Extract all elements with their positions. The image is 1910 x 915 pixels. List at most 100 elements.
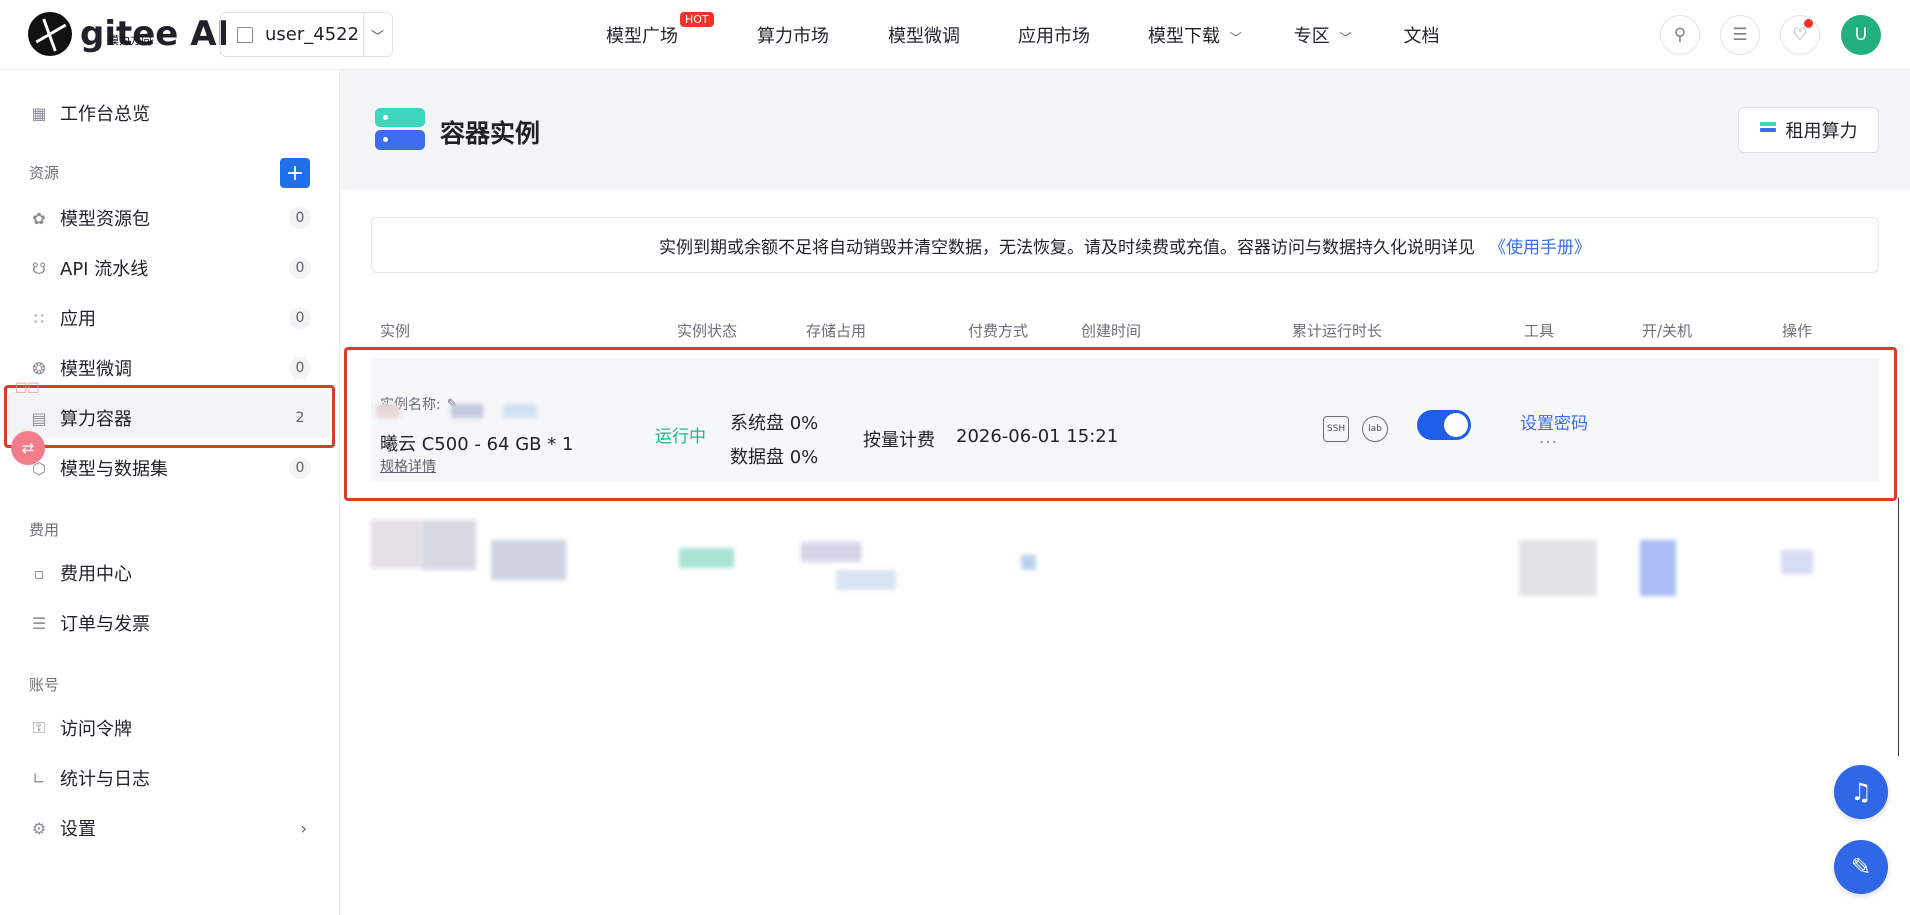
sidebar-item-label: 应用	[60, 309, 96, 330]
sidebar-item-label: 访问令牌	[60, 719, 132, 740]
redacted-name	[503, 404, 537, 418]
sidebar-item-compute-container[interactable]: ▤ 算力容器 2	[29, 398, 311, 438]
power-toggle[interactable]	[1417, 410, 1471, 440]
nav-app-market[interactable]: 应用市场	[1018, 22, 1090, 48]
bell-icon[interactable]: ♡	[1780, 15, 1820, 55]
section-title-billing: 费用	[29, 521, 60, 539]
manual-link[interactable]: 《使用手册》	[1489, 233, 1591, 258]
redacted-name	[451, 404, 483, 418]
sidebar-item-settings[interactable]: ⚙ 设置 ›	[29, 808, 311, 848]
main-nav: 模型广场 HOT 算力市场 模型微调 应用市场 模型下载 ﹀ 专区 ﹀ 文档	[606, 12, 1440, 48]
sidebar-item-billing-center[interactable]: ▫ 费用中心	[29, 553, 311, 593]
search-icon[interactable]: ⚲	[1660, 15, 1700, 55]
redacted-row-block	[421, 520, 476, 570]
nav-model-plaza[interactable]: 模型广场 HOT	[606, 12, 714, 48]
fingerprint-icon: ❂	[32, 358, 46, 378]
gear-icon: ⚙	[31, 818, 47, 838]
key-icon: ⚿	[32, 718, 46, 737]
sidebar-item-stats-logs[interactable]: ∟ 统计与日志	[29, 758, 311, 798]
section-title-account: 账号	[29, 676, 60, 694]
apps-icon: ∷	[33, 308, 45, 328]
hot-badge: HOT	[680, 12, 714, 27]
list-icon[interactable]: ☰	[1720, 15, 1760, 55]
sidebar-item-api-pipeline[interactable]: ☋ API 流水线 0	[29, 248, 311, 288]
workspace-select[interactable]: user_4522 ﹀	[220, 12, 393, 57]
sidebar-item-label: API 流水线	[60, 259, 149, 280]
redacted-name	[376, 404, 400, 418]
sidebar-item-orders-invoices[interactable]: ☰ 订单与发票	[29, 603, 311, 643]
sidebar-item-apps[interactable]: ∷ 应用 0	[29, 298, 311, 338]
scrollbar[interactable]	[1898, 498, 1899, 756]
main-content: 容器实例 租用算力 实例到期或余额不足将自动销毁并清空数据，无法恢复。请及时续费…	[341, 70, 1910, 915]
nav-zone[interactable]: 专区 ﹀	[1294, 22, 1352, 48]
billing-method: 按量计费	[863, 430, 935, 451]
redacted-row-block	[1519, 540, 1597, 596]
workspace-name: user_4522	[265, 24, 360, 45]
redacted-row-block	[679, 548, 734, 568]
nav-label: 模型广场	[606, 26, 678, 47]
count-badge: 0	[289, 207, 311, 229]
sidebar-item-label: 统计与日志	[60, 769, 150, 790]
sidebar: ▦ 工作台总览 资源 + ✿ 模型资源包 0 ☋ API 流水线 0 ∷ 应用 …	[0, 70, 340, 915]
invoice-icon: ☰	[31, 613, 47, 633]
sidebar-item-label: 模型微调	[60, 359, 132, 380]
sidebar-item-model-package[interactable]: ✿ 模型资源包 0	[29, 198, 311, 238]
count-badge: 0	[289, 257, 311, 279]
notification-dot	[1804, 19, 1813, 28]
add-resource-button[interactable]: +	[280, 158, 310, 188]
data-disk-usage: 数据盘 0%	[730, 447, 819, 468]
set-password-link[interactable]: 设置密码	[1520, 409, 1588, 434]
brand-name: gitee AI	[80, 14, 230, 54]
column-header-tools: 工具	[1524, 322, 1555, 340]
sidebar-item-label: 费用中心	[60, 564, 132, 585]
count-badge: 0	[289, 357, 311, 379]
sidebar-item-label: 模型与数据集	[60, 459, 168, 480]
chevron-down-icon[interactable]: ﹀	[371, 26, 384, 45]
redacted-row-block	[801, 542, 861, 562]
floating-translate-icon[interactable]: ⇄	[11, 431, 45, 465]
server-icon	[1759, 122, 1776, 138]
sidebar-item-label: 工作台总览	[60, 104, 150, 125]
more-actions-icon[interactable]: ···	[1539, 433, 1558, 453]
sidebar-item-access-tokens[interactable]: ⚿ 访问令牌	[29, 708, 311, 748]
nav-docs[interactable]: 文档	[1404, 22, 1440, 48]
status-badge: 运行中	[655, 427, 706, 447]
redacted-row-block	[1781, 550, 1813, 574]
toggle-knob	[1444, 413, 1468, 437]
avatar[interactable]: U	[1841, 15, 1881, 55]
column-header-actions: 操作	[1782, 322, 1813, 340]
chevron-down-icon: ﹀	[1339, 31, 1352, 45]
redacted-row-block	[836, 570, 896, 590]
nav-label: 专区	[1293, 26, 1330, 47]
count-badge: 0	[289, 307, 311, 329]
system-disk-usage: 系统盘 0%	[730, 413, 819, 434]
jupyterlab-tool-icon[interactable]: lab	[1362, 416, 1388, 442]
notice-banner: 实例到期或余额不足将自动销毁并清空数据，无法恢复。请及时续费或充值。容器访问与数…	[371, 217, 1879, 273]
server-icon: ▤	[31, 408, 47, 428]
nav-compute-market[interactable]: 算力市场	[757, 22, 829, 48]
headset-support-icon[interactable]: ♫	[1834, 765, 1888, 819]
column-header-created: 创建时间	[1081, 322, 1142, 340]
count-badge: 2	[295, 410, 305, 426]
column-header-runtime: 累计运行时长	[1292, 322, 1383, 340]
spec-details-link[interactable]: 规格详情	[380, 456, 436, 476]
rent-compute-button[interactable]: 租用算力	[1738, 107, 1879, 153]
sidebar-item-models-datasets[interactable]: ⬡ 模型与数据集 0	[29, 448, 311, 488]
nav-model-download[interactable]: 模型下载 ﹀	[1148, 22, 1242, 48]
sidebar-item-finetune[interactable]: ❂ 模型微调 0	[29, 348, 311, 388]
column-header-power: 开/关机	[1642, 322, 1693, 340]
section-title-resources: 资源	[29, 164, 60, 182]
floating-apps-icon[interactable]: □□	[15, 380, 41, 402]
redacted-row-block	[1640, 540, 1676, 596]
nav-model-finetune[interactable]: 模型微调	[888, 22, 960, 48]
brand-subtitle: 模力方向	[108, 34, 152, 47]
page-title: 容器实例	[440, 119, 541, 148]
instance-spec: 曦云 C500 - 64 GB * 1	[380, 434, 574, 455]
sidebar-item-overview[interactable]: ▦ 工作台总览	[29, 93, 311, 133]
pencil-feedback-icon[interactable]: ✎	[1834, 840, 1888, 894]
chevron-right-icon: ›	[300, 818, 307, 838]
container-instance-icon	[375, 108, 425, 152]
package-icon: ✿	[32, 208, 46, 228]
redacted-row-block	[1021, 555, 1036, 570]
ssh-tool-icon[interactable]: SSH	[1323, 416, 1349, 442]
